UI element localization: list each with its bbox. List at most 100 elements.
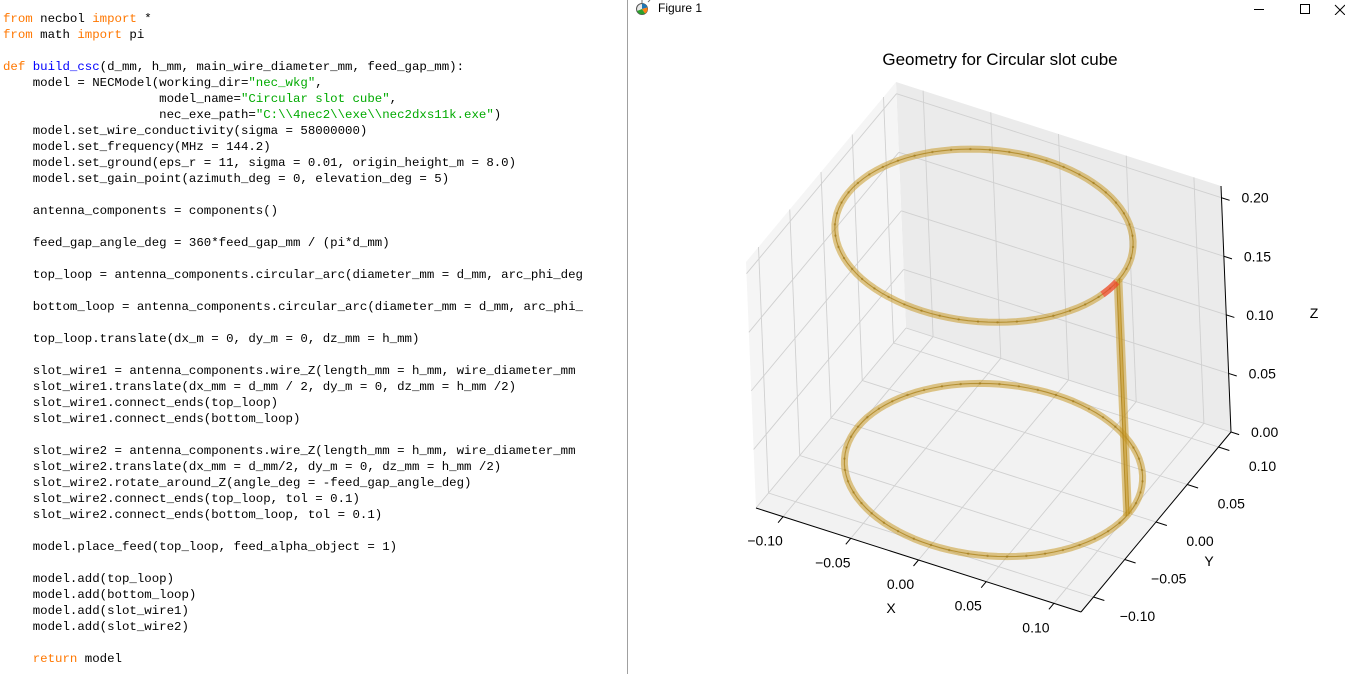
code-token: ) — [493, 108, 502, 122]
bottom-loop-segment-marker — [1005, 555, 1009, 558]
code-token: model.add(slot_wire1) — [3, 604, 189, 618]
close-button[interactable] — [1333, 0, 1346, 17]
code-line[interactable]: antenna_components = components() — [3, 203, 583, 219]
code-line[interactable] — [3, 43, 583, 59]
code-line[interactable]: slot_wire2.connect_ends(bottom_loop, tol… — [3, 507, 583, 523]
code-line[interactable] — [3, 347, 583, 363]
code-line[interactable]: feed_gap_angle_deg = 360*feed_gap_mm / (… — [3, 235, 583, 251]
code-token: bottom_loop = antenna_components.circula… — [3, 300, 583, 314]
code-line[interactable]: top_loop.translate(dx_m = 0, dy_m = 0, d… — [3, 331, 583, 347]
code-token: math — [32, 28, 78, 42]
bottom-loop-segment-marker — [1078, 543, 1081, 547]
code-line[interactable] — [3, 251, 583, 267]
code-line[interactable] — [3, 187, 583, 203]
code-line[interactable]: slot_wire1.connect_ends(bottom_loop) — [3, 411, 583, 427]
top-loop-segment-marker — [938, 314, 941, 317]
code-line[interactable]: from necbol import * — [3, 11, 583, 27]
code-line[interactable]: model.add(top_loop) — [3, 571, 583, 587]
code-token: model.set_gain_point(azimuth_deg = 0, el… — [3, 172, 450, 186]
z-tick-mark — [1230, 431, 1240, 436]
code-token: feed_gap_angle_deg = 360*feed_gap_mm / (… — [3, 236, 390, 250]
top-loop-segment-marker — [1128, 223, 1131, 226]
code-line[interactable] — [3, 315, 583, 331]
code-line[interactable]: model.add(slot_wire2) — [3, 619, 583, 635]
top-loop-segment-marker — [949, 148, 953, 152]
top-loop-segment-marker — [881, 165, 884, 169]
matplotlib-icon — [635, 0, 653, 16]
plot-svg: Geometry for Circular slot cube −0.10 −0.… — [746, 50, 1319, 635]
code-line[interactable] — [3, 427, 583, 443]
bottom-loop-segment-marker — [870, 512, 873, 515]
code-line[interactable]: model.add(slot_wire1) — [3, 603, 583, 619]
bottom-loop-segment-marker — [891, 400, 894, 403]
bottom-loop-segment-marker — [1106, 530, 1110, 533]
code-line[interactable]: model = NECModel(working_dir="nec_wkg", — [3, 75, 583, 91]
code-line[interactable]: slot_wire2 = antenna_components.wire_Z(l… — [3, 443, 583, 459]
code-line[interactable]: model.add(bottom_loop) — [3, 587, 583, 603]
code-line[interactable]: top_loop = antenna_components.circular_a… — [3, 267, 583, 283]
bottom-loop-segment-marker — [1114, 425, 1117, 428]
code-line[interactable]: model.set_wire_conductivity(sigma = 5800… — [3, 123, 583, 139]
code-token: antenna_components = components() — [3, 204, 279, 218]
code-line[interactable]: from math import pi — [3, 27, 583, 43]
code-line[interactable]: model.set_ground(eps_r = 11, sigma = 0.0… — [3, 155, 583, 171]
bottom-loop-segment-marker — [998, 382, 1001, 386]
x-tick-mark — [1048, 603, 1055, 610]
bottom-loop-segment-marker — [1140, 468, 1144, 472]
code-editor[interactable]: from necbol import * from math import pi … — [0, 0, 628, 674]
maximize-icon — [1300, 3, 1310, 14]
minimize-button[interactable] — [1241, 0, 1277, 17]
code-line[interactable] — [3, 219, 583, 235]
top-loop-segment-marker — [842, 256, 846, 260]
function-name-token: build_csc — [32, 60, 100, 74]
y-tick-label: 0.05 — [1218, 496, 1245, 512]
top-loop-segment-marker — [1062, 165, 1065, 169]
bottom-loop-segment-marker — [1087, 407, 1091, 410]
code-line[interactable]: slot_wire1 = antenna_components.wire_Z(l… — [3, 363, 583, 379]
code-token: * — [136, 12, 152, 26]
code-line[interactable]: slot_wire2.translate(dx_mm = d_mm/2, dy_… — [3, 459, 583, 475]
y-tick-mark — [1093, 596, 1105, 601]
z-tick-label: 0.05 — [1249, 365, 1276, 381]
top-loop-segment-marker — [887, 295, 890, 299]
code-line[interactable]: slot_wire2.connect_ends(top_loop, tol = … — [3, 491, 583, 507]
code-token: slot_wire2.connect_ends(top_loop, tol = … — [3, 492, 360, 506]
bottom-loop-segment-marker — [845, 446, 848, 449]
window-titlebar[interactable]: Figure 1 — [628, 0, 1346, 17]
code-line[interactable]: slot_wire1.connect_ends(top_loop) — [3, 395, 583, 411]
figure-window[interactable]: Figure 1 Geometry for Circular slot cube… — [627, 0, 1346, 674]
y-tick-label: −0.10 — [1120, 608, 1156, 624]
axes-panes — [746, 82, 1231, 612]
code-token: top_loop.translate(dx_m = 0, dy_m = 0, d… — [3, 332, 420, 346]
code-line[interactable]: nec_exe_path="C:\\4nec2\\exe\\nec2dxs11k… — [3, 107, 583, 123]
code-token: model.add(slot_wire2) — [3, 620, 189, 634]
code-line[interactable]: model.set_gain_point(azimuth_deg = 0, el… — [3, 171, 583, 187]
code-line[interactable] — [3, 555, 583, 571]
string-token: "Circular slot cube" — [240, 92, 390, 106]
code-line[interactable]: model.set_frequency(MHz = 144.2) — [3, 139, 583, 155]
code-line[interactable]: return model — [3, 651, 583, 667]
code-line[interactable]: slot_wire2.rotate_around_Z(angle_deg = -… — [3, 475, 583, 491]
code-line[interactable] — [3, 283, 583, 299]
y-tick-label: 0.00 — [1186, 533, 1213, 549]
plot-canvas[interactable]: Geometry for Circular slot cube −0.10 −0.… — [628, 17, 1346, 674]
code-line[interactable]: slot_wire1.translate(dx_mm = d_mm / 2, d… — [3, 379, 583, 395]
top-loop-segment-marker — [1027, 154, 1030, 157]
code-line[interactable] — [3, 635, 583, 651]
bottom-loop-segment-marker — [843, 457, 846, 460]
top-loop-segment-marker — [913, 154, 916, 157]
code-line[interactable]: bottom_loop = antenna_components.circula… — [3, 299, 583, 315]
top-loop-segment-marker — [996, 321, 999, 324]
code-token: slot_wire2 = antenna_components.wire_Z(l… — [3, 444, 583, 458]
bottom-loop-segment-marker — [959, 382, 962, 386]
code-token: pi — [122, 28, 145, 42]
code-line[interactable]: def build_csc(d_mm, h_mm, main_wire_diam… — [3, 59, 583, 75]
code-line[interactable]: model_name="Circular slot cube", — [3, 91, 583, 107]
code-line[interactable] — [3, 523, 583, 539]
code-line[interactable]: model.place_feed(top_loop, feed_alpha_ob… — [3, 539, 583, 555]
code-token: model — [77, 652, 122, 666]
maximize-button[interactable] — [1287, 0, 1323, 17]
x-tick-mark — [845, 538, 852, 545]
code-token: slot_wire1 = antenna_components.wire_Z(l… — [3, 364, 583, 378]
